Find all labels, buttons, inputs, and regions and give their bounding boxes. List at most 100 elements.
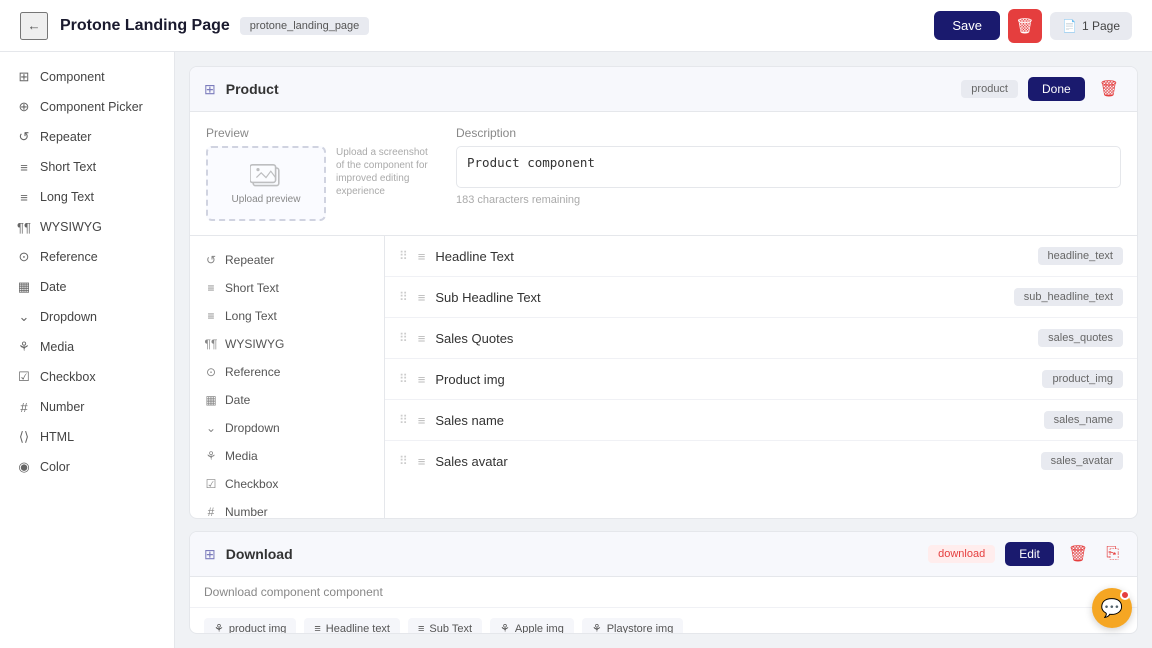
field-type-icon-checkbox: ☑ [204, 477, 218, 491]
field-drag-icon: ⠿ [399, 454, 408, 468]
save-button[interactable]: Save [934, 11, 1000, 40]
download-delete-button[interactable]: 🗑 [1064, 544, 1092, 564]
field-name-input-1[interactable] [435, 290, 1003, 305]
sidebar-item-component-picker[interactable]: ⊕Component Picker [0, 92, 174, 122]
field-type-wysiwyg[interactable]: ¶¶WYSIWYG [190, 330, 384, 358]
chat-notification-dot [1120, 590, 1130, 600]
sidebar-icon-short-text: ≡ [16, 159, 32, 175]
field-row: ⠿ ≡ sales_name [385, 400, 1137, 441]
product-name-input[interactable] [226, 81, 952, 97]
field-type-icon-short-text: ≡ [204, 281, 218, 295]
field-type-repeater[interactable]: ↺Repeater [190, 246, 384, 274]
field-media-icon: ≡ [418, 290, 426, 305]
field-type-icon-wysiwyg: ¶¶ [204, 337, 218, 351]
download-card-header: ⊞ Download download Edit 🗑 ⎘ [190, 532, 1137, 577]
sidebar-item-color[interactable]: ◉Color [0, 452, 174, 482]
download-slug-badge: download [928, 545, 995, 563]
field-media-icon: ≡ [418, 331, 426, 346]
done-button[interactable]: Done [1028, 77, 1085, 101]
field-type-icon-number: # [204, 505, 218, 519]
page-slug-badge: protone_landing_page [240, 17, 370, 35]
field-type-icon-date: ▦ [204, 393, 218, 407]
upload-label: Upload preview [232, 194, 301, 205]
sidebar-icon-repeater: ↺ [16, 129, 32, 145]
sidebar-item-number[interactable]: #Number [0, 392, 174, 422]
back-button[interactable]: ← [20, 12, 48, 40]
download-card-icon: ⊞ [204, 546, 216, 563]
field-type-short-text[interactable]: ≡ Short Text [190, 274, 384, 302]
field-name-input-5[interactable] [435, 454, 1030, 469]
sidebar-item-checkbox[interactable]: ☑Checkbox [0, 362, 174, 392]
chip-label-1: Headline text [326, 623, 390, 634]
field-type-icon-dropdown: ⌄ [204, 421, 218, 435]
top-header: ← Protone Landing Page protone_landing_p… [0, 0, 1152, 52]
field-row: ⠿ ≡ sales_avatar [385, 441, 1137, 481]
fields-list: ⠿ ≡ headline_text ⠿ ≡ sub_headline_text … [385, 236, 1137, 519]
chip-label-2: Sub Text [429, 623, 472, 634]
sidebar-label-color: Color [40, 460, 70, 474]
preview-upload-box[interactable]: Upload preview [206, 146, 326, 221]
sidebar-label-date: Date [40, 280, 66, 294]
product-slug-badge: product [961, 80, 1018, 98]
page-title: Protone Landing Page [60, 17, 230, 35]
sidebar-icon-html: ⟨⟩ [16, 429, 32, 445]
field-type-label-reference: Reference [225, 365, 280, 379]
download-copy-button[interactable]: ⎘ [1102, 545, 1123, 563]
sidebar-label-checkbox: Checkbox [40, 370, 96, 384]
product-delete-button[interactable]: 🗑 [1095, 79, 1123, 99]
chip-label-0: product img [229, 623, 286, 634]
chip-label-3: Apple img [515, 623, 564, 634]
field-type-icon-reference: ⊙ [204, 365, 218, 379]
field-name-input-0[interactable] [435, 249, 1027, 264]
pages-icon: 📄 [1062, 19, 1077, 33]
field-drag-icon: ⠿ [399, 331, 408, 345]
desc-remaining: 183 characters remaining [456, 194, 1121, 206]
field-media-icon: ≡ [418, 413, 426, 428]
field-name-input-2[interactable] [435, 331, 1028, 346]
edit-button[interactable]: Edit [1005, 542, 1054, 566]
field-name-input-4[interactable] [435, 413, 1033, 428]
fields-panel: ↺Repeater≡Short Text≡Long Text¶¶WYSIWYG⊙… [190, 236, 1137, 519]
sidebar-item-wysiwyg[interactable]: ¶¶WYSIWYG [0, 212, 174, 242]
sidebar-label-component: Component [40, 70, 105, 84]
field-slug-badge-2: sales_quotes [1038, 329, 1123, 347]
sidebar-icon-date: ▦ [16, 279, 32, 295]
sidebar-label-wysiwyg: WYSIWYG [40, 220, 102, 234]
field-type-reference[interactable]: ⊙ Reference [190, 358, 384, 386]
delete-header-button[interactable]: 🗑 [1008, 9, 1042, 43]
field-type-checkbox[interactable]: ☑Checkbox [190, 470, 384, 498]
download-chip-3: ⚘Apple img [490, 618, 574, 634]
sidebar-item-date[interactable]: ▦ Date [0, 272, 174, 302]
content-area: ⊞ product Done 🗑 Preview [175, 52, 1152, 648]
field-media-icon: ≡ [418, 372, 426, 387]
sidebar-icon-dropdown: ⌄ [16, 309, 32, 325]
sidebar-item-component[interactable]: ⊞Component [0, 62, 174, 92]
sidebar-label-dropdown: Dropdown [40, 310, 97, 324]
sidebar-item-media[interactable]: ⚘Media [0, 332, 174, 362]
sidebar-icon-reference: ⊙ [16, 249, 32, 265]
field-slug-badge-4: sales_name [1044, 411, 1123, 429]
sidebar-item-dropdown[interactable]: ⌄ Dropdown [0, 302, 174, 332]
field-name-input-3[interactable] [435, 372, 1032, 387]
sidebar-item-repeater[interactable]: ↺Repeater [0, 122, 174, 152]
chat-bubble[interactable]: 💬 [1092, 588, 1132, 628]
download-chip-4: ⚘Playstore img [582, 618, 684, 634]
pages-button[interactable]: 📄 1 Page [1050, 12, 1132, 40]
field-type-label-media: Media [225, 449, 258, 463]
field-type-media[interactable]: ⚘Media [190, 442, 384, 470]
field-row: ⠿ ≡ sales_quotes [385, 318, 1137, 359]
field-type-date[interactable]: ▦Date [190, 386, 384, 414]
field-type-long-text[interactable]: ≡Long Text [190, 302, 384, 330]
sidebar-label-reference: Reference [40, 250, 98, 264]
field-type-number[interactable]: #Number [190, 498, 384, 519]
desc-label: Description [456, 126, 1121, 140]
sidebar-item-html[interactable]: ⟨⟩HTML [0, 422, 174, 452]
field-type-dropdown[interactable]: ⌄Dropdown [190, 414, 384, 442]
field-type-icon-repeater: ↺ [204, 253, 218, 267]
field-type-label-short-text: Short Text [225, 281, 279, 295]
sidebar-label-number: Number [40, 400, 84, 414]
desc-textarea[interactable] [456, 146, 1121, 188]
sidebar-item-reference[interactable]: ⊙ Reference [0, 242, 174, 272]
sidebar-item-short-text[interactable]: ≡Short Text [0, 152, 174, 182]
sidebar-item-long-text[interactable]: ≡Long Text [0, 182, 174, 212]
